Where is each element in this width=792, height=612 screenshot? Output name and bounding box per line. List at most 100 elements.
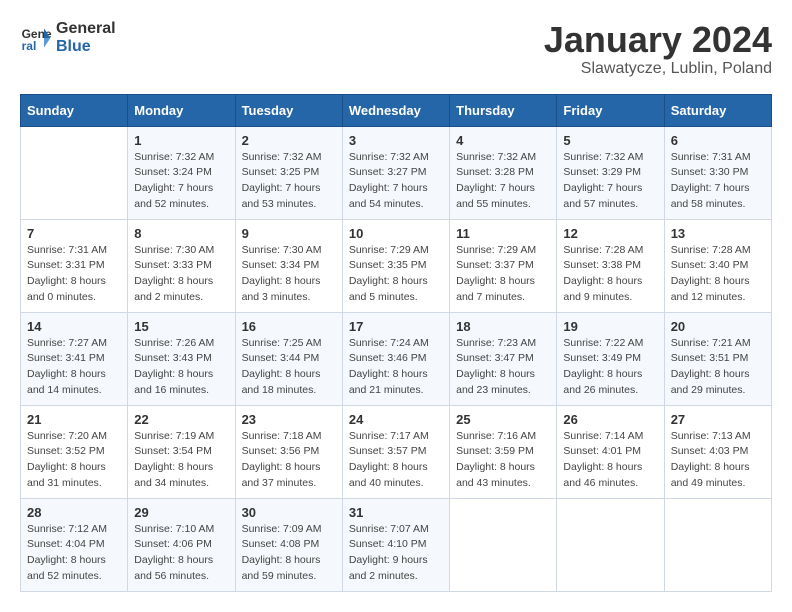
calendar-cell: 23 Sunrise: 7:18 AM Sunset: 3:56 PM Dayli… bbox=[235, 405, 342, 498]
day-number: 4 bbox=[456, 133, 550, 148]
calendar-cell: 29 Sunrise: 7:10 AM Sunset: 4:06 PM Dayli… bbox=[128, 498, 235, 591]
calendar-cell: 21 Sunrise: 7:20 AM Sunset: 3:52 PM Dayli… bbox=[21, 405, 128, 498]
day-number: 13 bbox=[671, 226, 765, 241]
day-info: Sunrise: 7:24 AM Sunset: 3:46 PM Dayligh… bbox=[349, 336, 443, 399]
weekday-header-saturday: Saturday bbox=[664, 94, 771, 126]
day-number: 22 bbox=[134, 412, 228, 427]
calendar-cell: 4 Sunrise: 7:32 AM Sunset: 3:28 PM Daylig… bbox=[450, 126, 557, 219]
weekday-header-tuesday: Tuesday bbox=[235, 94, 342, 126]
svg-text:ral: ral bbox=[22, 39, 37, 53]
calendar-cell: 2 Sunrise: 7:32 AM Sunset: 3:25 PM Daylig… bbox=[235, 126, 342, 219]
day-info: Sunrise: 7:32 AM Sunset: 3:29 PM Dayligh… bbox=[563, 150, 657, 213]
calendar-cell: 14Sunrise: 7:27 AM Sunset: 3:41 PM Dayli… bbox=[21, 312, 128, 405]
calendar-cell: 25 Sunrise: 7:16 AM Sunset: 3:59 PM Dayli… bbox=[450, 405, 557, 498]
day-number: 2 bbox=[242, 133, 336, 148]
day-info: Sunrise: 7:20 AM Sunset: 3:52 PM Dayligh… bbox=[27, 429, 121, 492]
day-info: Sunrise: 7:30 AM Sunset: 3:34 PM Dayligh… bbox=[242, 243, 336, 306]
day-info: Sunrise: 7:23 AM Sunset: 3:47 PM Dayligh… bbox=[456, 336, 550, 399]
calendar-cell: 13Sunrise: 7:28 AM Sunset: 3:40 PM Dayli… bbox=[664, 219, 771, 312]
day-number: 26 bbox=[563, 412, 657, 427]
calendar-cell: 26 Sunrise: 7:14 AM Sunset: 4:01 PM Dayli… bbox=[557, 405, 664, 498]
location-subtitle: Slawatycze, Lublin, Poland bbox=[544, 60, 772, 78]
day-info: Sunrise: 7:21 AM Sunset: 3:51 PM Dayligh… bbox=[671, 336, 765, 399]
day-info: Sunrise: 7:32 AM Sunset: 3:25 PM Dayligh… bbox=[242, 150, 336, 213]
calendar-cell: 19Sunrise: 7:22 AM Sunset: 3:49 PM Dayli… bbox=[557, 312, 664, 405]
calendar-cell: 16 Sunrise: 7:25 AM Sunset: 3:44 PM Dayli… bbox=[235, 312, 342, 405]
calendar-cell: 17Sunrise: 7:24 AM Sunset: 3:46 PM Dayli… bbox=[342, 312, 449, 405]
day-number: 16 bbox=[242, 319, 336, 334]
weekday-header-wednesday: Wednesday bbox=[342, 94, 449, 126]
day-number: 6 bbox=[671, 133, 765, 148]
title-area: January 2024 Slawatycze, Lublin, Poland bbox=[544, 20, 772, 78]
day-number: 18 bbox=[456, 319, 550, 334]
logo: Gene ral General Blue bbox=[20, 20, 116, 56]
day-info: Sunrise: 7:32 AM Sunset: 3:28 PM Dayligh… bbox=[456, 150, 550, 213]
calendar-cell: 22 Sunrise: 7:19 AM Sunset: 3:54 PM Dayli… bbox=[128, 405, 235, 498]
calendar-cell: 24Sunrise: 7:17 AM Sunset: 3:57 PM Dayli… bbox=[342, 405, 449, 498]
calendar-cell bbox=[557, 498, 664, 591]
day-number: 23 bbox=[242, 412, 336, 427]
logo-text-blue: Blue bbox=[56, 38, 116, 56]
day-number: 8 bbox=[134, 226, 228, 241]
day-info: Sunrise: 7:18 AM Sunset: 3:56 PM Dayligh… bbox=[242, 429, 336, 492]
day-info: Sunrise: 7:31 AM Sunset: 3:30 PM Dayligh… bbox=[671, 150, 765, 213]
day-info: Sunrise: 7:31 AM Sunset: 3:31 PM Dayligh… bbox=[27, 243, 121, 306]
calendar-table: SundayMondayTuesdayWednesdayThursdayFrid… bbox=[20, 94, 772, 592]
calendar-cell bbox=[21, 126, 128, 219]
calendar-cell bbox=[450, 498, 557, 591]
day-number: 29 bbox=[134, 505, 228, 520]
day-number: 28 bbox=[27, 505, 121, 520]
logo-text-general: General bbox=[56, 20, 116, 38]
day-info: Sunrise: 7:25 AM Sunset: 3:44 PM Dayligh… bbox=[242, 336, 336, 399]
calendar-cell: 31Sunrise: 7:07 AM Sunset: 4:10 PM Dayli… bbox=[342, 498, 449, 591]
calendar-cell: 6 Sunrise: 7:31 AM Sunset: 3:30 PM Daylig… bbox=[664, 126, 771, 219]
day-info: Sunrise: 7:14 AM Sunset: 4:01 PM Dayligh… bbox=[563, 429, 657, 492]
calendar-cell: 30Sunrise: 7:09 AM Sunset: 4:08 PM Dayli… bbox=[235, 498, 342, 591]
day-info: Sunrise: 7:19 AM Sunset: 3:54 PM Dayligh… bbox=[134, 429, 228, 492]
calendar-cell: 5 Sunrise: 7:32 AM Sunset: 3:29 PM Daylig… bbox=[557, 126, 664, 219]
day-info: Sunrise: 7:17 AM Sunset: 3:57 PM Dayligh… bbox=[349, 429, 443, 492]
calendar-cell: 12 Sunrise: 7:28 AM Sunset: 3:38 PM Dayli… bbox=[557, 219, 664, 312]
week-row-5: 28 Sunrise: 7:12 AM Sunset: 4:04 PM Dayli… bbox=[21, 498, 772, 591]
day-number: 15 bbox=[134, 319, 228, 334]
header: Gene ral General Blue January 2024 Slawa… bbox=[20, 20, 772, 78]
calendar-cell: 18 Sunrise: 7:23 AM Sunset: 3:47 PM Dayli… bbox=[450, 312, 557, 405]
day-info: Sunrise: 7:10 AM Sunset: 4:06 PM Dayligh… bbox=[134, 522, 228, 585]
day-number: 30 bbox=[242, 505, 336, 520]
calendar-cell: 1Sunrise: 7:32 AM Sunset: 3:24 PM Daylig… bbox=[128, 126, 235, 219]
calendar-cell: 9 Sunrise: 7:30 AM Sunset: 3:34 PM Daylig… bbox=[235, 219, 342, 312]
calendar-cell: 8 Sunrise: 7:30 AM Sunset: 3:33 PM Daylig… bbox=[128, 219, 235, 312]
day-info: Sunrise: 7:29 AM Sunset: 3:37 PM Dayligh… bbox=[456, 243, 550, 306]
day-info: Sunrise: 7:16 AM Sunset: 3:59 PM Dayligh… bbox=[456, 429, 550, 492]
day-number: 21 bbox=[27, 412, 121, 427]
day-info: Sunrise: 7:28 AM Sunset: 3:38 PM Dayligh… bbox=[563, 243, 657, 306]
weekday-header-friday: Friday bbox=[557, 94, 664, 126]
day-number: 11 bbox=[456, 226, 550, 241]
day-info: Sunrise: 7:27 AM Sunset: 3:41 PM Dayligh… bbox=[27, 336, 121, 399]
day-number: 10 bbox=[349, 226, 443, 241]
day-number: 12 bbox=[563, 226, 657, 241]
day-number: 9 bbox=[242, 226, 336, 241]
day-info: Sunrise: 7:22 AM Sunset: 3:49 PM Dayligh… bbox=[563, 336, 657, 399]
month-title: January 2024 bbox=[544, 20, 772, 60]
calendar-cell bbox=[664, 498, 771, 591]
day-info: Sunrise: 7:30 AM Sunset: 3:33 PM Dayligh… bbox=[134, 243, 228, 306]
day-number: 27 bbox=[671, 412, 765, 427]
weekday-header-sunday: Sunday bbox=[21, 94, 128, 126]
day-info: Sunrise: 7:12 AM Sunset: 4:04 PM Dayligh… bbox=[27, 522, 121, 585]
calendar-cell: 20 Sunrise: 7:21 AM Sunset: 3:51 PM Dayli… bbox=[664, 312, 771, 405]
week-row-1: 1Sunrise: 7:32 AM Sunset: 3:24 PM Daylig… bbox=[21, 126, 772, 219]
day-info: Sunrise: 7:32 AM Sunset: 3:24 PM Dayligh… bbox=[134, 150, 228, 213]
calendar-cell: 28 Sunrise: 7:12 AM Sunset: 4:04 PM Dayli… bbox=[21, 498, 128, 591]
day-info: Sunrise: 7:26 AM Sunset: 3:43 PM Dayligh… bbox=[134, 336, 228, 399]
day-number: 31 bbox=[349, 505, 443, 520]
day-info: Sunrise: 7:32 AM Sunset: 3:27 PM Dayligh… bbox=[349, 150, 443, 213]
day-info: Sunrise: 7:29 AM Sunset: 3:35 PM Dayligh… bbox=[349, 243, 443, 306]
calendar-cell: 3 Sunrise: 7:32 AM Sunset: 3:27 PM Daylig… bbox=[342, 126, 449, 219]
day-number: 3 bbox=[349, 133, 443, 148]
calendar-cell: 11 Sunrise: 7:29 AM Sunset: 3:37 PM Dayli… bbox=[450, 219, 557, 312]
day-number: 20 bbox=[671, 319, 765, 334]
day-number: 5 bbox=[563, 133, 657, 148]
calendar-cell: 7Sunrise: 7:31 AM Sunset: 3:31 PM Daylig… bbox=[21, 219, 128, 312]
day-number: 25 bbox=[456, 412, 550, 427]
